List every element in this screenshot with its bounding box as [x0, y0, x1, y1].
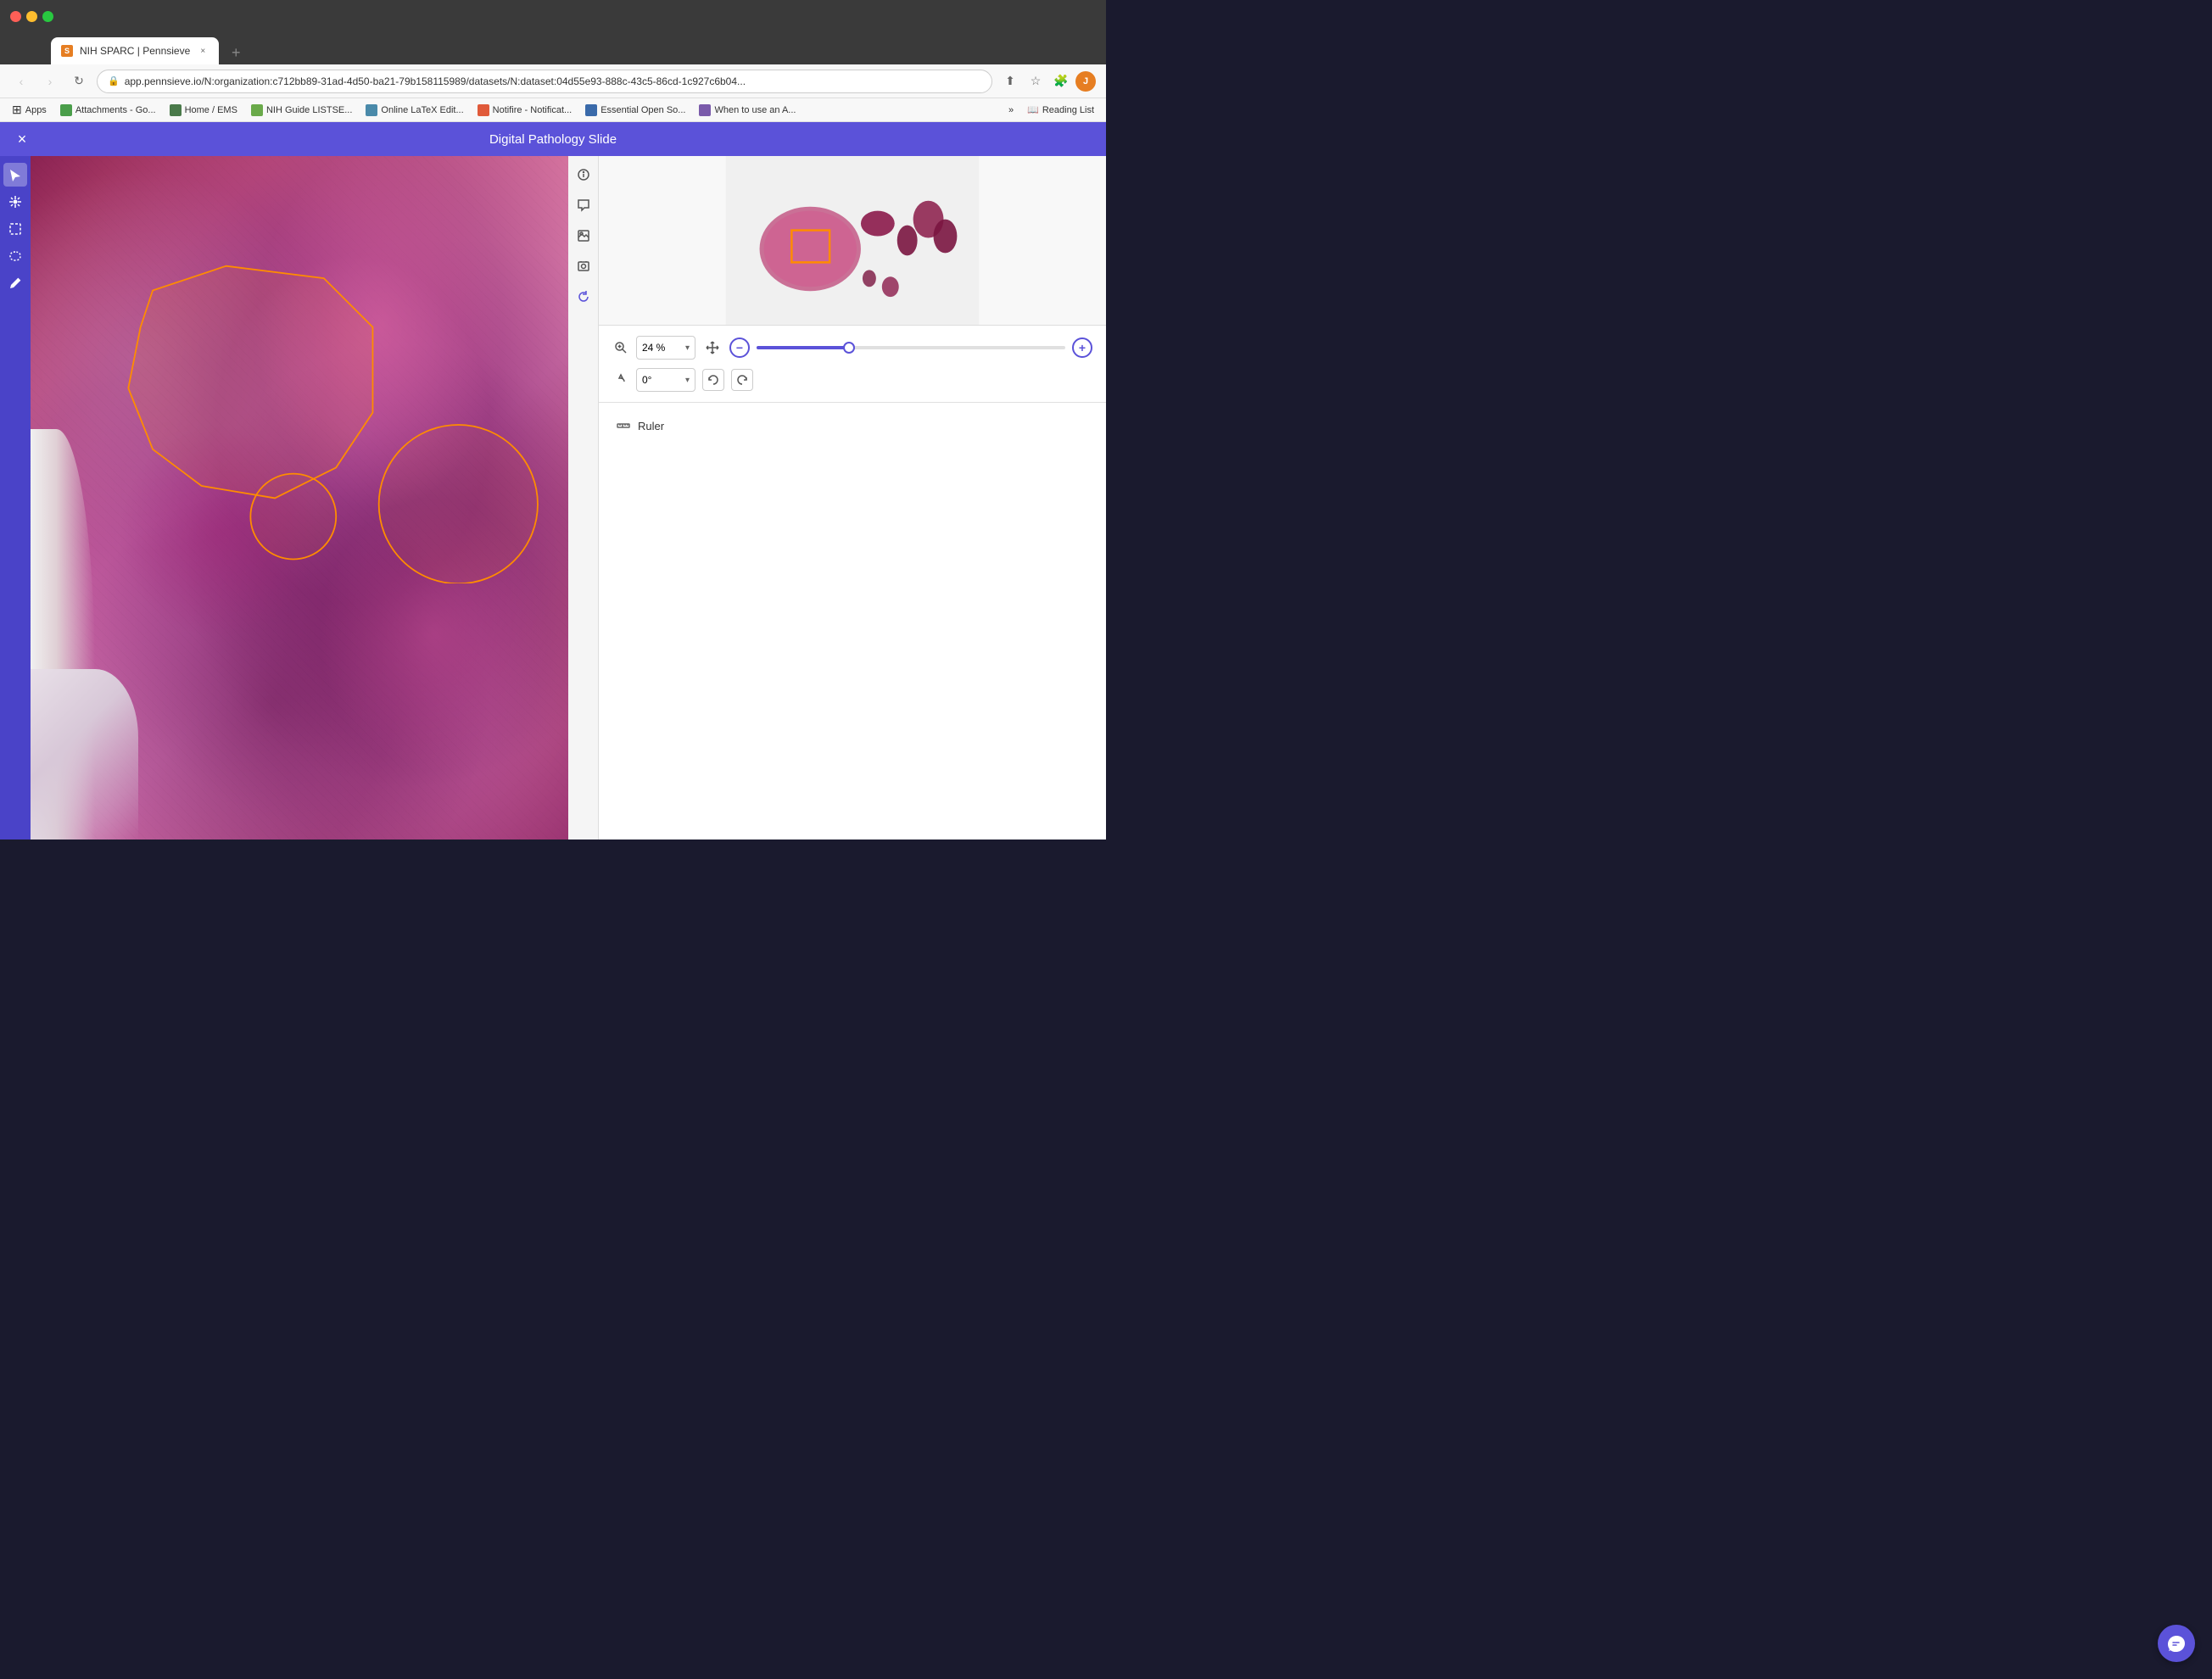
thumbnail-area [599, 156, 1106, 326]
minimize-window-button[interactable] [26, 11, 37, 22]
share-button[interactable]: ⬆ [999, 70, 1021, 92]
home-ems-favicon [170, 104, 182, 116]
zoom-select[interactable]: 24 % ▾ [636, 336, 695, 360]
title-bar [0, 0, 1106, 32]
controls-area: 24 % ▾ − + [599, 326, 1106, 403]
bookmark-essential[interactable]: Essential Open So... [580, 103, 690, 118]
extensions-button[interactable]: 🧩 [1050, 70, 1072, 92]
ruler-label: Ruler [638, 420, 664, 432]
bookmark-notifire-label: Notifire - Notificat... [493, 105, 573, 115]
address-bar[interactable]: 🔒 app.pennsieve.io/N:organization:c712bb… [97, 70, 992, 93]
notifire-favicon [478, 104, 489, 116]
zoom-icon [612, 339, 629, 356]
image-panel-button[interactable] [572, 224, 595, 248]
zoom-out-button[interactable]: − [729, 337, 750, 358]
right-content: 24 % ▾ − + [599, 156, 1106, 840]
apps-grid-icon: ⊞ [12, 103, 22, 117]
refresh-panel-button[interactable] [572, 285, 595, 309]
profile-avatar[interactable]: J [1075, 71, 1096, 92]
rotation-icon [612, 371, 629, 388]
bookmark-home-ems[interactable]: Home / EMS [165, 103, 243, 118]
app-header: × Digital Pathology Slide [0, 122, 1106, 156]
bookmark-attachments[interactable]: Attachments - Go... [55, 103, 161, 118]
zoom-control-row: 24 % ▾ − + [612, 336, 1092, 360]
pan-tool-button[interactable] [3, 190, 27, 214]
tools-list: Ruler [599, 403, 1106, 449]
slide-viewer[interactable] [31, 156, 568, 840]
nih-favicon [251, 104, 263, 116]
bookmark-more-button[interactable]: » [1003, 103, 1019, 117]
lasso-tool-button[interactable] [3, 244, 27, 268]
zoom-value: 24 % [642, 342, 665, 354]
zoom-slider-thumb[interactable] [843, 342, 855, 354]
bookmark-apps[interactable]: ⊞ Apps [7, 101, 52, 119]
thumbnail-background [599, 156, 1106, 325]
rotation-control-row: 0° ▾ [612, 368, 1092, 392]
panel-toolbar [568, 156, 599, 840]
bookmark-nih-label: NIH Guide LISTSE... [266, 105, 352, 115]
navigation-bar: ‹ › ↻ 🔒 app.pennsieve.io/N:organization:… [0, 64, 1106, 98]
tab-favicon: S [61, 45, 73, 57]
left-toolbar [0, 156, 31, 840]
info-panel-button[interactable] [572, 163, 595, 187]
bookmark-notifire[interactable]: Notifire - Notificat... [472, 103, 578, 118]
bookmark-latex-label: Online LaTeX Edit... [381, 105, 463, 115]
app-container: × Digital Pathology Slide [0, 122, 1106, 840]
tissue-white-area [31, 669, 138, 840]
main-area: 24 % ▾ − + [0, 156, 1106, 840]
essential-favicon [585, 104, 597, 116]
chat-button[interactable] [2158, 1625, 2195, 1662]
comment-panel-button[interactable] [572, 193, 595, 217]
maximize-window-button[interactable] [42, 11, 53, 22]
bookmark-reading-list-label: Reading List [1042, 105, 1094, 115]
app-close-button[interactable]: × [10, 127, 34, 151]
draw-tool-button[interactable] [3, 271, 27, 295]
rect-select-tool-button[interactable] [3, 217, 27, 241]
rotate-cw-button[interactable] [731, 369, 753, 391]
zoom-in-button[interactable]: + [1072, 337, 1092, 358]
bookmark-home-ems-label: Home / EMS [185, 105, 237, 115]
zoom-slider-fill [757, 346, 849, 349]
ruler-tool-item[interactable]: Ruler [612, 413, 1092, 438]
ssl-lock-icon: 🔒 [108, 75, 120, 86]
bookmark-button[interactable]: ☆ [1025, 70, 1047, 92]
bookmark-essential-label: Essential Open So... [600, 105, 685, 115]
screenshot-panel-button[interactable] [572, 254, 595, 278]
tab-title: NIH SPARC | Pennsieve [80, 45, 190, 57]
rotation-dropdown-icon: ▾ [685, 376, 690, 385]
rotation-select[interactable]: 0° ▾ [636, 368, 695, 392]
tab-close-button[interactable]: × [197, 45, 209, 57]
zoom-dropdown-icon: ▾ [685, 343, 690, 353]
right-panel-area: 24 % ▾ − + [568, 156, 1106, 840]
bookmark-latex[interactable]: Online LaTeX Edit... [360, 103, 468, 118]
close-window-button[interactable] [10, 11, 21, 22]
forward-button[interactable]: › [39, 70, 61, 92]
when-favicon [699, 104, 711, 116]
bookmark-attachments-label: Attachments - Go... [75, 105, 156, 115]
back-button[interactable]: ‹ [10, 70, 32, 92]
nav-actions: ⬆ ☆ 🧩 J [999, 70, 1096, 92]
bookmark-apps-label: Apps [25, 105, 47, 115]
attachments-favicon [60, 104, 72, 116]
app-title: Digital Pathology Slide [489, 132, 617, 147]
new-tab-button[interactable]: + [224, 41, 248, 64]
latex-favicon [366, 104, 377, 116]
url-text: app.pennsieve.io/N:organization:c712bb89… [125, 75, 981, 87]
rotate-ccw-button[interactable] [702, 369, 724, 391]
bookmark-when[interactable]: When to use an A... [694, 103, 801, 118]
bookmark-nih[interactable]: NIH Guide LISTSE... [246, 103, 357, 118]
move-tool-icon[interactable] [702, 337, 723, 358]
ruler-icon [616, 418, 631, 433]
refresh-button[interactable]: ↻ [68, 70, 90, 92]
tab-bar: S NIH SPARC | Pennsieve × + [0, 32, 1106, 64]
bookmark-reading-list[interactable]: 📖 Reading List [1022, 103, 1099, 117]
zoom-slider[interactable] [757, 346, 1065, 349]
bookmarks-bar: ⊞ Apps Attachments - Go... Home / EMS NI… [0, 98, 1106, 122]
reading-list-icon: 📖 [1027, 104, 1039, 115]
bookmark-when-label: When to use an A... [714, 105, 796, 115]
select-tool-button[interactable] [3, 163, 27, 187]
active-tab[interactable]: S NIH SPARC | Pennsieve × [51, 37, 219, 64]
rotation-value: 0° [642, 374, 651, 386]
traffic-lights [10, 11, 53, 22]
